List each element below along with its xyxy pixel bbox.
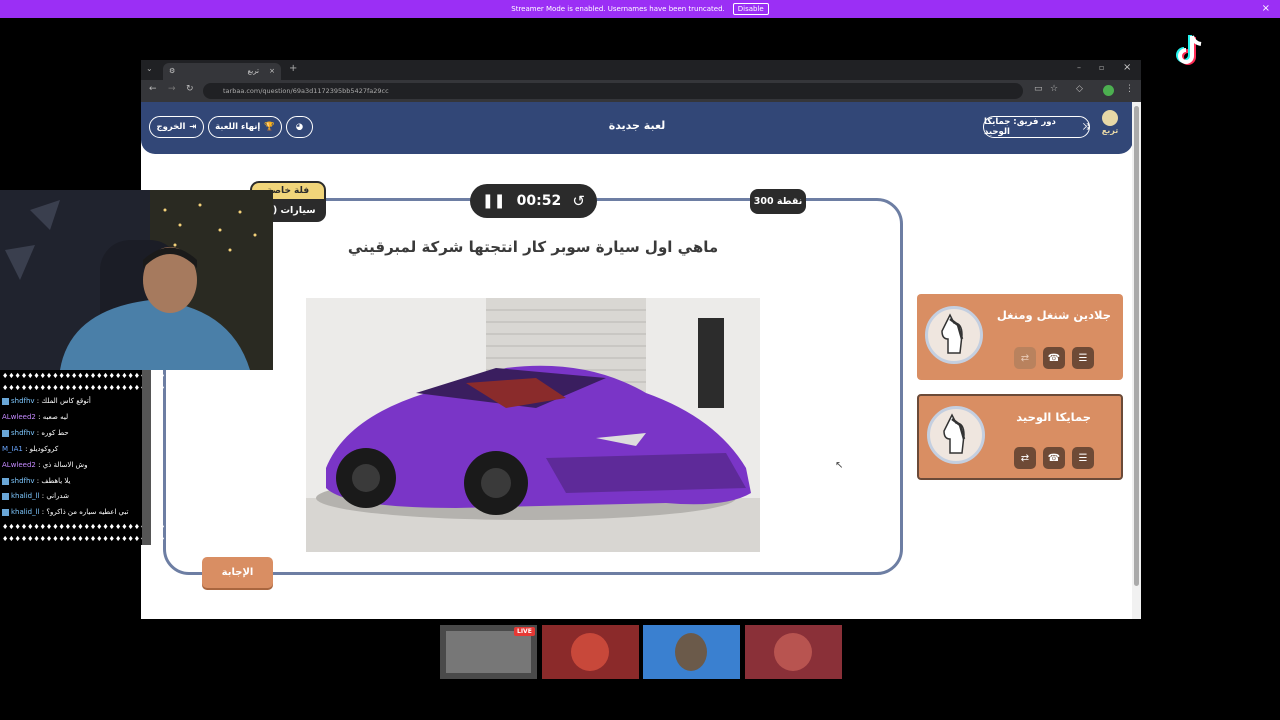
avatar — [571, 633, 609, 671]
team-card: جلادين شنغل ومنغل ⇄ ☎ ☰ — [917, 294, 1123, 380]
team-card-active: جمايكا الوحيد ⇄ ☎ ☰ — [917, 394, 1123, 480]
bookmark-star-icon[interactable]: ☆ — [1050, 84, 1058, 94]
browser-tab-bar: ⌄ ⚙ تربع × + – ▫ × — [141, 60, 1141, 80]
url-input[interactable]: tarbaa.com/question/69a3d1172395bb5427fa… — [203, 83, 1023, 99]
phone-lifeline-icon[interactable]: ☎ — [1043, 347, 1065, 369]
chat-message: M_IA1 : كروكوديلو — [2, 445, 59, 453]
chat-message: khalid_ll : تبي اعطيه سياره من ذاكرو؟ — [2, 508, 128, 516]
back-icon[interactable]: ← — [149, 84, 157, 94]
team-avatar — [927, 406, 985, 464]
crown-icon — [1102, 110, 1118, 126]
banner-message: Streamer Mode is enabled. Usernames have… — [511, 5, 725, 13]
chat-message: shdfhv : يلا ياهطف — [2, 477, 71, 485]
webcam-overlay — [0, 190, 273, 370]
team-avatar — [925, 306, 983, 364]
page-scrollbar[interactable] — [1132, 102, 1141, 619]
user-thumbnail[interactable] — [542, 625, 639, 679]
chat-scrollbar[interactable] — [142, 370, 151, 545]
chat-message: ♦♦♦♦♦♦♦♦♦♦♦♦♦♦♦♦♦♦♦♦♦♦♦♦♦♦♦♦♦♦♦♦♦♦♦♦♦♦♦♦ — [2, 523, 254, 531]
points-badge: 300 نقطة — [750, 189, 806, 214]
user-thumbnail[interactable] — [745, 625, 842, 679]
team-name: جلادين شنغل ومنغل — [996, 308, 1111, 322]
chat-message: ♦♦♦♦♦♦♦♦♦♦♦♦♦♦♦♦♦♦♦♦♦♦♦♦♦♦♦♦ — [2, 535, 178, 543]
close-window-icon[interactable]: × — [1123, 62, 1131, 73]
disable-streamer-mode-button[interactable]: Disable — [732, 3, 769, 15]
horse-mascot-icon — [941, 313, 964, 354]
avatar — [774, 633, 812, 671]
profile-avatar[interactable] — [1103, 85, 1114, 96]
chat-message: shdfhv : أتوقع كاس الملك — [2, 397, 91, 405]
chat-message: ALwleed2 : ليه صعبه — [2, 413, 69, 421]
chat-message: ♦♦♦♦♦♦♦♦♦♦♦♦♦♦♦♦♦♦♦♦♦♦♦♦♦♦♦♦♦♦♦♦♦♦♦♦♦♦♦♦ — [2, 372, 254, 380]
chat-badge-icon — [2, 508, 9, 516]
close-banner-button[interactable]: × — [1262, 3, 1270, 14]
timer: ❚❚ 00:52 ↺ — [470, 184, 597, 218]
extensions-icon[interactable]: ◇ — [1076, 84, 1083, 94]
scrollbar-thumb[interactable] — [1134, 106, 1139, 586]
thumbnail-preview — [446, 631, 531, 673]
maximize-icon[interactable]: ▫ — [1099, 63, 1104, 72]
address-bar-row: ← → ↻ tarbaa.com/question/69a3d1172395bb… — [141, 80, 1141, 102]
reset-timer-icon[interactable]: ↺ — [572, 192, 585, 210]
team-name: جمايكا الوحيد — [1016, 410, 1091, 424]
tab-list-icon[interactable]: ⌄ — [146, 64, 153, 73]
tiktok-logo-icon — [1176, 35, 1202, 65]
live-stream-thumbnail[interactable]: LIVE — [440, 625, 537, 679]
chat-message: khalid_ll : شدراني — [2, 492, 69, 500]
cast-icon[interactable]: ▭ — [1034, 84, 1043, 94]
minimize-icon[interactable]: – — [1077, 63, 1081, 72]
team-turn-label: دور فريق: جمايكا الوحيد — [984, 117, 1056, 137]
mouse-cursor-icon: ↖ — [835, 460, 844, 471]
team-turn-button[interactable]: دور فريق: جمايكا الوحيد ⤨ — [983, 116, 1090, 138]
logo-text: تربع — [1101, 126, 1119, 135]
chat-badge-icon — [2, 477, 9, 485]
horse-mascot-icon — [943, 413, 966, 454]
browser-tab[interactable]: ⚙ تربع × — [163, 63, 281, 80]
question-text: ماهي اول سيارة سوبر كار انتجتها شركة لمب… — [347, 238, 719, 256]
reveal-answer-button[interactable]: الإجابة — [202, 557, 273, 588]
chat-badge-icon — [2, 492, 9, 500]
chat-badge-icon — [2, 397, 9, 405]
chat-message: shdfhv : حط كوره — [2, 429, 69, 437]
tab-title: تربع — [247, 67, 259, 75]
timer-value: 00:52 — [516, 193, 562, 209]
settings-icon: ⚙ — [169, 67, 176, 75]
list-lifeline-icon[interactable]: ☰ — [1072, 447, 1094, 469]
chat-message: ♦♦♦♦♦♦♦♦♦♦♦♦♦♦♦♦♦♦♦♦♦♦♦♦♦♦♦♦♦♦ — [2, 384, 191, 392]
user-thumbnail[interactable] — [643, 625, 740, 679]
chat-badge-icon — [2, 429, 9, 437]
live-badge: LIVE — [514, 627, 535, 636]
pause-icon[interactable]: ❚❚ — [482, 193, 505, 209]
menu-kebab-icon[interactable]: ⋮ — [1125, 84, 1134, 94]
swap-lifeline-icon[interactable]: ⇄ — [1014, 347, 1036, 369]
avatar — [675, 633, 707, 671]
swap-lifeline-icon[interactable]: ⇄ — [1014, 447, 1036, 469]
stream-chat: ♦♦♦♦♦♦♦♦♦♦♦♦♦♦♦♦♦♦♦♦♦♦♦♦♦♦♦♦♦♦♦♦♦♦♦♦♦♦♦♦… — [0, 370, 253, 545]
forward-icon[interactable]: → — [168, 84, 176, 94]
streamer-mode-banner: Streamer Mode is enabled. Usernames have… — [0, 0, 1280, 18]
list-lifeline-icon[interactable]: ☰ — [1072, 347, 1094, 369]
site-logo[interactable]: تربع — [1097, 110, 1123, 146]
close-tab-icon[interactable]: × — [269, 67, 275, 75]
question-image — [306, 298, 760, 552]
shuffle-icon: ⤨ — [1082, 122, 1089, 132]
chat-message: ALwleed2 : وش الاسالة ذي — [2, 461, 88, 469]
reload-icon[interactable]: ↻ — [186, 84, 194, 94]
site-header: الخروج ⇥ إنهاء اللعبة 🏆 ◕ لعبة جديدة دور… — [141, 102, 1133, 154]
phone-lifeline-icon[interactable]: ☎ — [1043, 447, 1065, 469]
new-tab-button[interactable]: + — [289, 63, 297, 74]
